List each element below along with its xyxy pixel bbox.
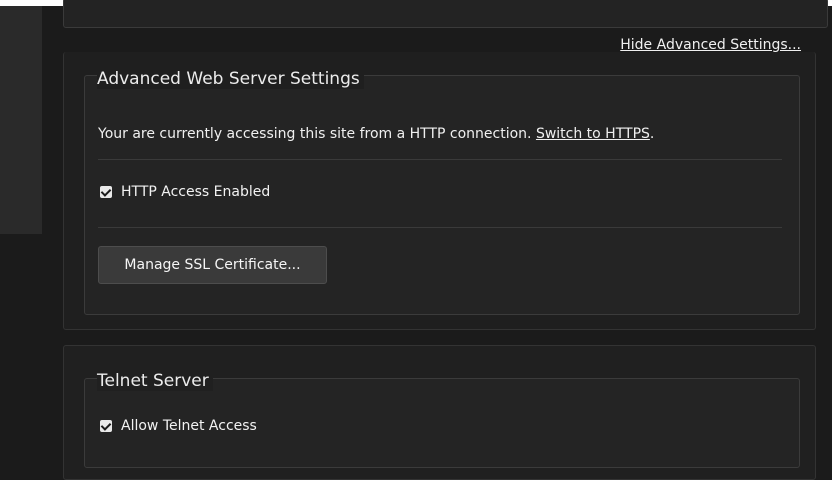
side-panel <box>0 6 42 234</box>
http-access-label[interactable]: HTTP Access Enabled <box>121 184 270 200</box>
previous-settings-panel <box>63 0 828 28</box>
checkmark-icon <box>100 420 112 431</box>
allow-telnet-checkbox[interactable] <box>100 420 112 432</box>
hide-advanced-settings-link[interactable]: Hide Advanced Settings... <box>620 37 801 53</box>
checkmark-icon <box>100 186 112 197</box>
divider <box>98 227 782 228</box>
switch-to-https-link[interactable]: Switch to HTTPS <box>536 126 650 142</box>
http-access-row[interactable]: HTTP Access Enabled <box>100 184 270 200</box>
telnet-server-panel: Telnet Server Allow Telnet Access <box>63 345 816 480</box>
advanced-web-server-title: Advanced Web Server Settings <box>97 69 364 89</box>
manage-ssl-certificate-button[interactable]: Manage SSL Certificate... <box>98 246 327 284</box>
connection-info: Your are currently accessing this site f… <box>98 126 654 142</box>
settings-screen: Hide Advanced Settings... Advanced Web S… <box>0 0 832 480</box>
connection-info-text: Your are currently accessing this site f… <box>98 126 536 142</box>
advanced-web-server-panel: Advanced Web Server Settings Your are cu… <box>63 52 816 330</box>
divider <box>98 159 782 160</box>
telnet-server-title: Telnet Server <box>97 371 213 391</box>
http-access-checkbox[interactable] <box>100 186 112 198</box>
allow-telnet-label[interactable]: Allow Telnet Access <box>121 418 257 434</box>
connection-info-period: . <box>649 126 655 142</box>
allow-telnet-row[interactable]: Allow Telnet Access <box>100 418 257 434</box>
